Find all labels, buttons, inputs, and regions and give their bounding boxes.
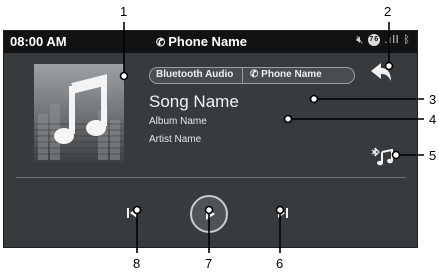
- callout-label-5: 5: [429, 148, 436, 163]
- callout-label-3: 3: [429, 92, 436, 107]
- callout-label-6: 6: [276, 256, 283, 271]
- callout-label-2: 2: [384, 4, 391, 19]
- callout-dot-8: [132, 205, 142, 215]
- callout-dot-1: [119, 71, 129, 81]
- callout-dot-2: [384, 61, 394, 71]
- callout-dot-3: [309, 94, 319, 104]
- callout-label-7: 7: [205, 256, 212, 271]
- callout-label-8: 8: [133, 256, 140, 271]
- callout-dot-6: [275, 205, 285, 215]
- callout-dot-4: [283, 114, 293, 124]
- callout-dot-7: [204, 205, 214, 215]
- callout-dot-5: [391, 150, 401, 160]
- callout-label-1: 1: [120, 4, 127, 19]
- callout-overlay: 1 2 3 4 5 6 7 8: [119, 4, 436, 271]
- callout-label-4: 4: [429, 112, 436, 127]
